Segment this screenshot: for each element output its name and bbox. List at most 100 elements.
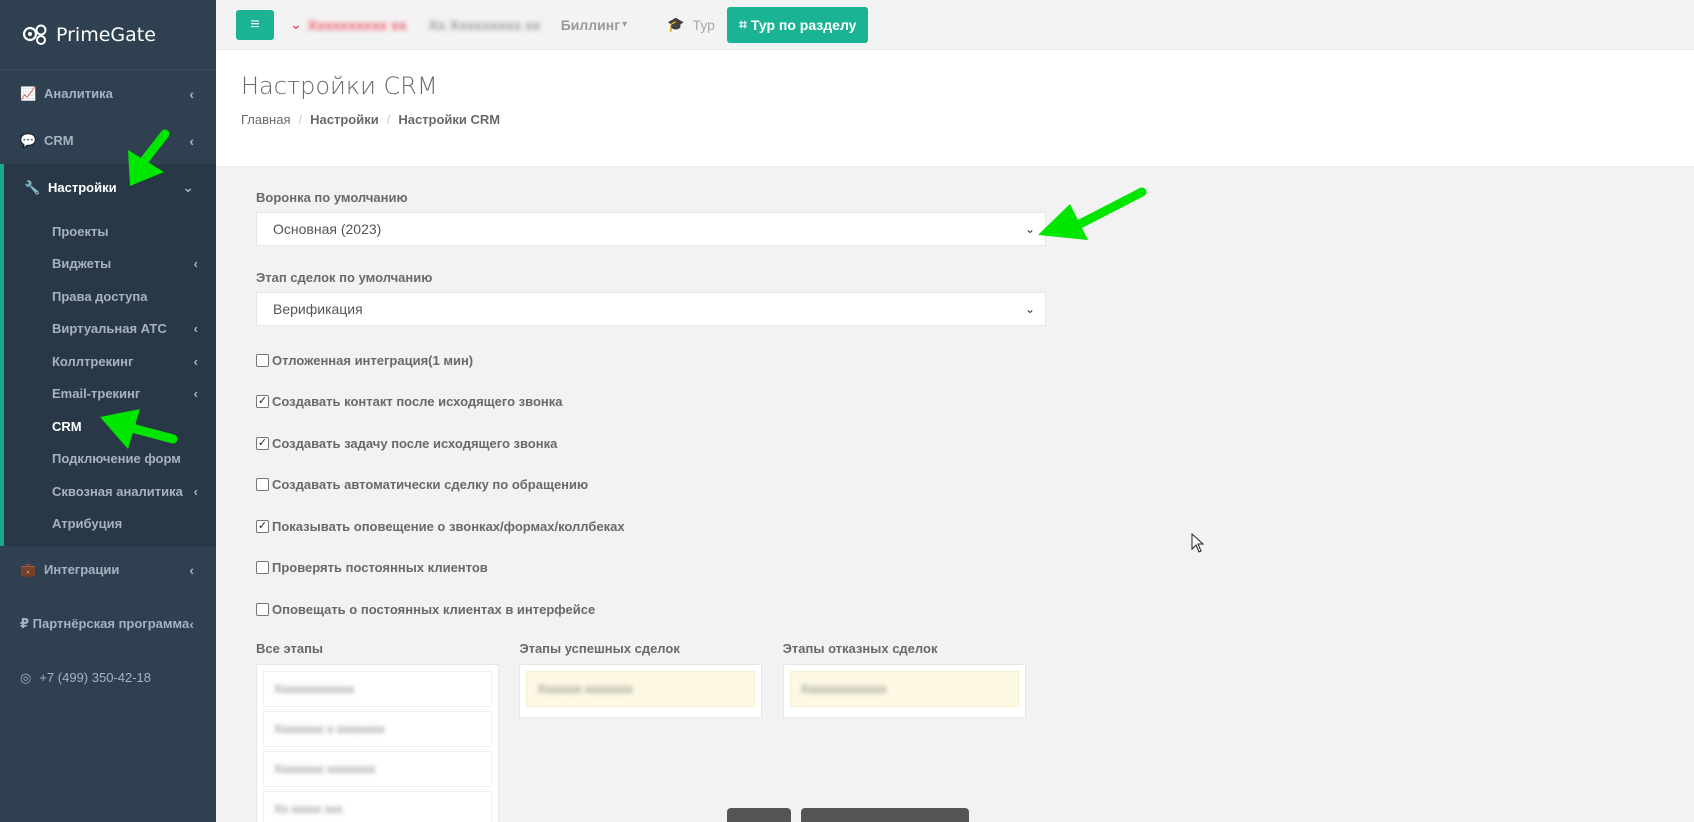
sidebar-subitem-calltracking[interactable]: Коллтрекинг ‹: [4, 345, 216, 378]
checkbox[interactable]: ✓: [256, 436, 269, 450]
sidebar-item-analytics[interactable]: 📈 Аналитика ‹: [0, 70, 216, 117]
tour-section-label: Тур по разделу: [750, 16, 857, 33]
checkbox-label: Отложенная интеграция(1 мин): [272, 352, 474, 368]
fail-stages-column: Этапы отказных сделок Xxxxxxxxxxxxxx: [782, 641, 1046, 822]
sidebar-item-integrations[interactable]: 💼 Интеграции ‹: [0, 546, 216, 593]
sidebar-subitem-email-tracking[interactable]: Email-трекинг ‹: [4, 378, 216, 411]
checkbox-label: Проверять постоянных клиентов: [272, 560, 488, 576]
sidebar-subitem-forms[interactable]: Подключение форм: [4, 443, 216, 476]
sidebar-subitem-attribution[interactable]: Атрибуция: [4, 508, 216, 541]
checkbox-label: Создавать задачу после исходящего звонка: [272, 435, 558, 451]
stage-item-redacted: Xxxxxxxx xxxxxxxx: [274, 762, 376, 777]
brand-name: PrimeGate: [56, 23, 156, 46]
stage-item-redacted: Xxxxxxxxxxxxxx: [800, 682, 887, 697]
support-icon: ◎: [20, 669, 32, 685]
breadcrumb-settings[interactable]: Настройки: [310, 112, 379, 127]
annotation-arrow-funnel: [1038, 187, 1147, 240]
stage-select-value: Верификация: [273, 301, 363, 317]
checkbox-delayed-integration[interactable]: Отложенная интеграция(1 мин): [256, 350, 1046, 370]
sidebar-item-partner[interactable]: ₽ Партнёрская программа ‹: [0, 593, 216, 655]
stage-item[interactable]: Xxxxxxxx xxxxxxxx: [263, 751, 492, 788]
checkbox-check-regulars[interactable]: Проверять постоянных клиентов: [256, 558, 1046, 578]
stage-item[interactable]: Xxxxxxx xxxxxxxx: [526, 671, 756, 708]
sidebar-subitem-projects[interactable]: Проекты: [4, 215, 216, 248]
sidebar-item-label: CRM: [44, 133, 74, 148]
checkbox-create-task[interactable]: ✓ Создавать задачу после исходящего звонк…: [256, 433, 1046, 453]
sidebar-item-settings[interactable]: 🔧 Настройки ⌄: [0, 164, 216, 211]
breadcrumb-current: Настройки CRM: [398, 112, 501, 127]
settings-submenu: Проекты Виджеты ‹ Права доступа Виртуальн…: [0, 211, 216, 546]
fail-stages-list[interactable]: Xxxxxxxxxxxxxx: [782, 664, 1026, 719]
stage-item[interactable]: Xxxxxxxxxxxxxx: [789, 671, 1019, 708]
stage-item-redacted: Xxxxxxxxxxxxx: [274, 682, 355, 697]
chevron-left-icon: ‹: [193, 483, 198, 499]
subitem-label: Виртуальная АТС: [52, 321, 167, 337]
project-selector[interactable]: ⌄ Xxxxxxxxxx xx: [290, 16, 407, 33]
sidebar-subitem-crm[interactable]: CRM: [4, 410, 216, 443]
sidebar-subitem-widgets[interactable]: Виджеты ‹: [4, 248, 216, 281]
checkbox-create-contact[interactable]: ✓ Создавать контакт после исходящего звон…: [256, 392, 1046, 412]
checkbox[interactable]: [256, 353, 269, 367]
subitem-label: CRM: [52, 418, 82, 434]
chevron-left-icon: ‹: [193, 256, 198, 272]
all-stages-list[interactable]: Xxxxxxxxxxxxx Xxxxxxxx x xxxxxxxx Xxxxxx…: [256, 664, 499, 822]
chevron-left-icon: ‹: [189, 132, 194, 149]
brand-logo[interactable]: PrimeGate: [0, 0, 216, 70]
success-stages-label: Этапы успешных сделок: [519, 641, 680, 657]
tour-section-button[interactable]: ⌗ Тур по разделу: [726, 6, 869, 43]
sidebar: PrimeGate 📈 Аналитика ‹ 💬 CRM ‹ 🔧 Настро…: [0, 0, 216, 822]
checkbox-notify-regulars[interactable]: Оповещать о постоянных клиентах в интерф…: [256, 600, 1046, 620]
funnel-select-value: Основная (2023): [273, 221, 382, 237]
menu-toggle-button[interactable]: ≡: [236, 9, 274, 40]
breadcrumb-home[interactable]: Главная: [241, 112, 290, 127]
subitem-label: Права доступа: [52, 288, 148, 304]
funnel-select[interactable]: Основная (2023) ⌄: [256, 212, 1046, 246]
all-stages-column: Все этапы Xxxxxxxxxxxxx Xxxxxxxx x xxxxx…: [256, 641, 519, 822]
sidebar-item-crm[interactable]: 💬 CRM ‹: [0, 117, 216, 164]
checkbox[interactable]: ✓: [256, 395, 269, 409]
briefcase-icon: 💼: [20, 561, 37, 577]
zoom-controls[interactable]: [801, 808, 969, 822]
checkbox-show-notifications[interactable]: ✓ Показывать оповещение о звонках/формах/…: [256, 516, 1046, 536]
stage-item[interactable]: Xx xxxxx xxx: [263, 791, 492, 822]
breadcrumb-separator: /: [298, 112, 303, 127]
tour-link[interactable]: 🎓 Тур: [667, 16, 715, 33]
stage-item[interactable]: Xxxxxxxx x xxxxxxxx: [263, 711, 492, 748]
chevron-left-icon: ‹: [193, 386, 198, 402]
stage-item-redacted: Xx xxxxx xxx: [274, 802, 343, 817]
stage-item[interactable]: Xxxxxxxxxxxxx: [263, 671, 492, 708]
subitem-label: Сквозная аналитика: [52, 483, 183, 499]
checkbox[interactable]: [256, 561, 269, 575]
breadcrumb: Главная / Настройки / Настройки CRM: [241, 112, 1669, 127]
sidebar-subitem-end-to-end[interactable]: Сквозная аналитика ‹: [4, 475, 216, 508]
checkbox[interactable]: [256, 478, 269, 492]
phone-number: +7 (499) 350-42-18: [39, 670, 152, 685]
chevron-left-icon: ‹: [189, 85, 194, 102]
subitem-label: Коллтрекинг: [52, 353, 134, 369]
checkbox[interactable]: [256, 603, 269, 617]
stages-columns: Все этапы Xxxxxxxxxxxxx Xxxxxxxx x xxxxx…: [256, 641, 1046, 822]
crm-settings-form: Воронка по умолчанию Основная (2023) ⌄ Э…: [256, 190, 1046, 822]
chevron-down-icon: ⌄: [290, 16, 302, 32]
success-stages-list[interactable]: Xxxxxxx xxxxxxxx: [519, 664, 763, 719]
gears-logo-icon: [22, 24, 47, 45]
billing-dropdown[interactable]: Биллинг ▾: [561, 17, 627, 33]
wrench-icon: 🔧: [24, 179, 41, 195]
caret-down-icon: ▾: [622, 19, 628, 30]
chevron-down-icon: ⌄: [1024, 222, 1035, 236]
subitem-label: Email-трекинг: [52, 386, 141, 402]
checkbox[interactable]: ✓: [256, 519, 269, 533]
sidebar-subitem-pbx[interactable]: Виртуальная АТС ‹: [4, 313, 216, 346]
sidebar-subitem-access[interactable]: Права доступа: [4, 280, 216, 313]
ruble-icon: ₽: [20, 616, 33, 631]
page-nav-buttons[interactable]: [727, 808, 791, 822]
stage-select[interactable]: Верификация ⌄: [256, 292, 1046, 326]
account-selector[interactable]: Xx Xxxxxxxxx xx: [429, 17, 541, 33]
sidebar-item-label: Аналитика: [44, 86, 113, 101]
sidebar-phone: ◎ +7 (499) 350-42-18: [0, 655, 216, 700]
checkbox-auto-deal[interactable]: Создавать автоматически сделку по обраще…: [256, 475, 1046, 495]
chat-icon: 💬: [20, 132, 37, 148]
subitem-label: Виджеты: [52, 256, 112, 272]
subitem-label: Проекты: [52, 223, 109, 239]
chevron-down-icon: ⌄: [182, 179, 194, 195]
